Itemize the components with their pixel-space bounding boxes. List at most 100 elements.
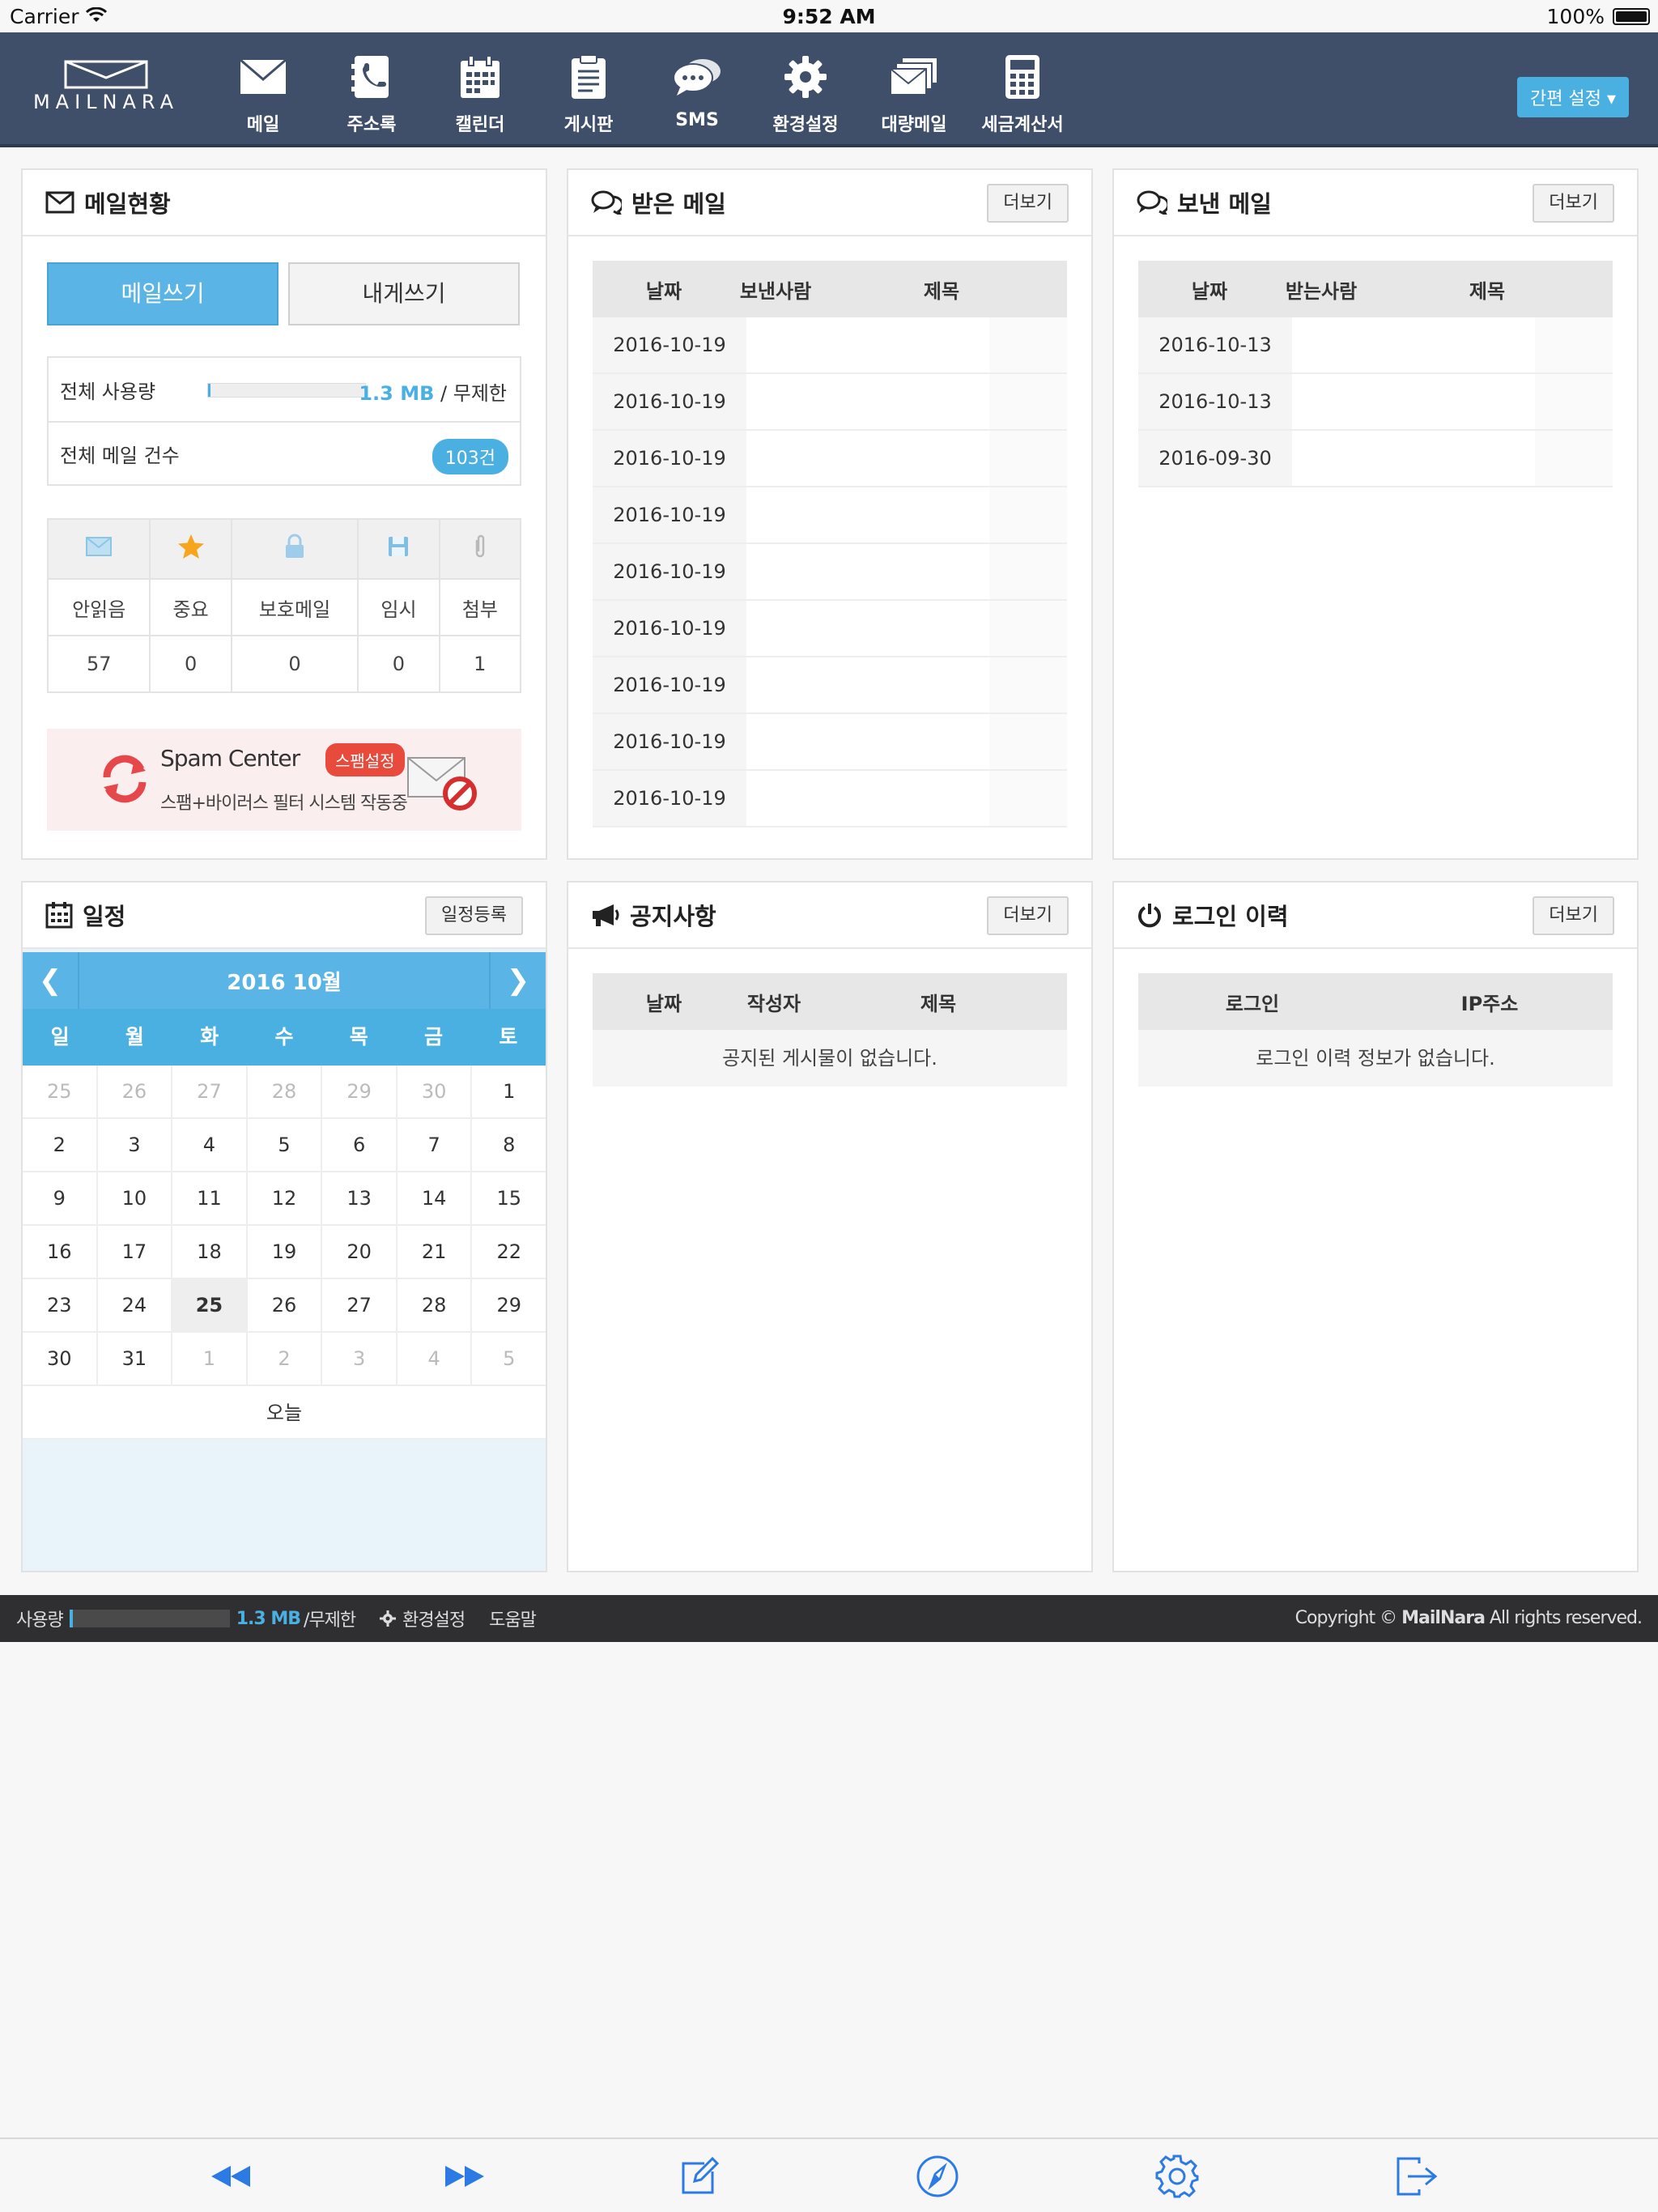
calendar-day[interactable]: 4 bbox=[172, 1119, 248, 1171]
stat-value[interactable]: 0 bbox=[149, 635, 232, 693]
calendar-day[interactable]: 3 bbox=[322, 1333, 397, 1385]
copyright-prefix: Copyright © bbox=[1295, 1608, 1402, 1628]
calendar-day[interactable]: 21 bbox=[397, 1226, 473, 1278]
calendar-day[interactable]: 30 bbox=[397, 1066, 473, 1117]
next-month-button[interactable]: ❯ bbox=[489, 952, 546, 1009]
calendar-day[interactable]: 6 bbox=[322, 1119, 397, 1171]
calendar-day[interactable]: 3 bbox=[98, 1119, 173, 1171]
table-row[interactable]: 2016-10-19 bbox=[593, 317, 1067, 374]
login-history-more-button[interactable]: 더보기 bbox=[1533, 896, 1614, 935]
calendar-day[interactable]: 1 bbox=[472, 1066, 546, 1117]
calendar-day[interactable]: 25 bbox=[23, 1066, 98, 1117]
sent-more-button[interactable]: 더보기 bbox=[1533, 184, 1614, 223]
calendar-day[interactable]: 11 bbox=[172, 1172, 248, 1224]
calendar-day[interactable]: 14 bbox=[397, 1172, 473, 1224]
table-row[interactable]: 2016-10-19 bbox=[593, 431, 1067, 487]
nav-item-mass-mail[interactable]: 대량메일 bbox=[860, 49, 968, 136]
calendar-day[interactable]: 31 bbox=[98, 1333, 173, 1385]
table-row[interactable]: 2016-10-13 bbox=[1138, 374, 1613, 431]
compass-button[interactable] bbox=[913, 2154, 962, 2199]
write-to-self-button[interactable]: 내게쓰기 bbox=[288, 262, 520, 325]
mailnara-logo[interactable]: MAILNARA bbox=[21, 60, 191, 133]
calendar-day[interactable]: 24 bbox=[98, 1279, 173, 1331]
today-button[interactable]: 오늘 bbox=[23, 1386, 546, 1440]
notice-more-button[interactable]: 더보기 bbox=[987, 896, 1069, 935]
hidden-content bbox=[746, 317, 989, 372]
nav-item-tax-invoice[interactable]: 세금계산서 bbox=[968, 49, 1077, 136]
notice-table: 날짜 작성자 제목 공지된 게시물이 없습니다. bbox=[593, 973, 1067, 1087]
table-row[interactable]: 2016-09-30 bbox=[1138, 431, 1613, 487]
footer-help-link[interactable]: 도움말 bbox=[489, 1606, 537, 1631]
spam-settings-tag[interactable]: 스팸설정 bbox=[325, 743, 405, 776]
quick-settings-button[interactable]: 간편 설정 ▾ bbox=[1517, 77, 1629, 117]
calendar-day[interactable]: 10 bbox=[98, 1172, 173, 1224]
stat-value[interactable]: 1 bbox=[438, 635, 522, 693]
nav-item-calendar[interactable]: 캘린더 bbox=[426, 49, 534, 136]
calendar-day[interactable]: 26 bbox=[98, 1066, 173, 1117]
calendar-day[interactable]: 26 bbox=[248, 1279, 323, 1331]
calendar-day[interactable]: 17 bbox=[98, 1226, 173, 1278]
table-row[interactable]: 2016-10-19 bbox=[593, 771, 1067, 827]
table-row[interactable]: 2016-10-19 bbox=[593, 487, 1067, 544]
calendar-day[interactable]: 23 bbox=[23, 1279, 98, 1331]
calendar-day[interactable]: 27 bbox=[172, 1066, 248, 1117]
stat-value[interactable]: 0 bbox=[230, 635, 359, 693]
calendar-day[interactable]: 18 bbox=[172, 1226, 248, 1278]
calendar-day[interactable]: 19 bbox=[248, 1226, 323, 1278]
nav-item-mail[interactable]: 메일 bbox=[209, 49, 317, 136]
calendar-day[interactable]: 5 bbox=[248, 1119, 323, 1171]
forward-button[interactable] bbox=[440, 2154, 489, 2199]
attachment-stat-cell[interactable] bbox=[438, 518, 522, 580]
nav-item-settings[interactable]: 환경설정 bbox=[751, 49, 860, 136]
calendar-day[interactable]: 2 bbox=[248, 1333, 323, 1385]
table-row[interactable]: 2016-10-13 bbox=[1138, 317, 1613, 374]
calendar-day[interactable]: 7 bbox=[397, 1119, 473, 1171]
calendar-day[interactable]: 5 bbox=[472, 1333, 546, 1385]
calendar-day[interactable]: 9 bbox=[23, 1172, 98, 1224]
back-button[interactable] bbox=[206, 2154, 255, 2199]
stat-value[interactable]: 0 bbox=[357, 635, 440, 693]
calendar-day[interactable]: 30 bbox=[23, 1333, 98, 1385]
stat-value[interactable]: 57 bbox=[46, 635, 151, 693]
write-mail-button[interactable]: 메일쓰기 bbox=[47, 262, 278, 325]
nav-item-address-book[interactable]: 주소록 bbox=[317, 49, 426, 136]
table-row[interactable]: 2016-10-19 bbox=[593, 544, 1067, 601]
footer-settings-link[interactable]: 환경설정 bbox=[380, 1606, 466, 1631]
calendar-day-today[interactable]: 25 bbox=[172, 1279, 248, 1331]
prev-month-button[interactable]: ❮ bbox=[23, 952, 79, 1009]
settings-button[interactable] bbox=[1153, 2154, 1201, 2199]
calendar-day[interactable]: 29 bbox=[472, 1279, 546, 1331]
table-row[interactable]: 2016-10-19 bbox=[593, 714, 1067, 771]
calendar-day[interactable]: 8 bbox=[472, 1119, 546, 1171]
inbox-more-button[interactable]: 더보기 bbox=[987, 184, 1069, 223]
important-stat-cell[interactable] bbox=[149, 518, 232, 580]
calendar-day[interactable]: 2 bbox=[23, 1119, 98, 1171]
table-row[interactable]: 2016-10-19 bbox=[593, 374, 1067, 431]
calculator-icon bbox=[1005, 55, 1039, 99]
calendar-day[interactable]: 13 bbox=[322, 1172, 397, 1224]
table-row[interactable]: 2016-10-19 bbox=[593, 657, 1067, 714]
calendar-day[interactable]: 20 bbox=[322, 1226, 397, 1278]
unread-stat-cell[interactable] bbox=[46, 518, 151, 580]
calendar-day[interactable]: 1 bbox=[172, 1333, 248, 1385]
calendar-day[interactable]: 4 bbox=[397, 1333, 473, 1385]
nav-item-sms[interactable]: SMS bbox=[643, 49, 751, 136]
compose-button[interactable] bbox=[675, 2154, 724, 2199]
table-row[interactable]: 2016-10-19 bbox=[593, 601, 1067, 657]
calendar-day[interactable]: 22 bbox=[472, 1226, 546, 1278]
spam-center-banner[interactable]: Spam Center 스팸설정 스팸+바이러스 필터 시스템 작동중 bbox=[47, 729, 521, 831]
protected-stat-cell[interactable] bbox=[230, 518, 359, 580]
nav-item-board[interactable]: 게시판 bbox=[534, 49, 643, 136]
calendar-day[interactable]: 29 bbox=[322, 1066, 397, 1117]
calendar-day[interactable]: 27 bbox=[322, 1279, 397, 1331]
calendar-day[interactable]: 15 bbox=[472, 1172, 546, 1224]
calendar-day[interactable]: 16 bbox=[23, 1226, 98, 1278]
compose-icon bbox=[682, 2157, 719, 2194]
schedule-register-button[interactable]: 일정등록 bbox=[425, 896, 523, 935]
calendar-day[interactable]: 28 bbox=[248, 1066, 323, 1117]
logout-button[interactable] bbox=[1392, 2154, 1441, 2199]
calendar-day[interactable]: 28 bbox=[397, 1279, 473, 1331]
mail-stats-table: 안읽음 중요 보호메일 임시 첨부 57 0 0 0 1 bbox=[46, 518, 522, 693]
calendar-day[interactable]: 12 bbox=[248, 1172, 323, 1224]
temp-stat-cell[interactable] bbox=[357, 518, 440, 580]
